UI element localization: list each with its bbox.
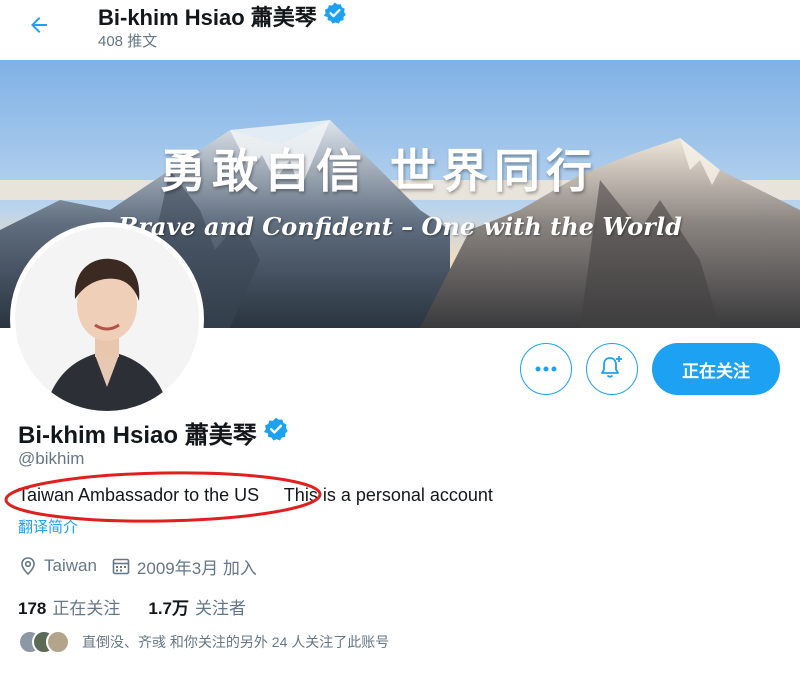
followers-you-know-text: 直倒没、齐彧 和你关注的另外 24 人关注了此账号	[82, 634, 390, 650]
profile-name-text: Bi-khim Hsiao 蕭美琴	[18, 422, 257, 449]
calendar-icon	[111, 556, 131, 576]
more-button[interactable]	[520, 343, 572, 395]
profile-avatar[interactable]	[10, 222, 204, 416]
banner-title-en: Brave and Confident – One with the World	[118, 212, 682, 241]
followers-label: 关注者	[195, 599, 247, 618]
translate-bio-link[interactable]: 翻译简介	[18, 516, 78, 537]
profile-handle: @bikhim	[18, 449, 85, 468]
bell-plus-icon	[599, 354, 625, 385]
notifications-button[interactable]	[586, 343, 638, 395]
location-item: Taiwan	[18, 556, 97, 576]
header-name-text: Bi-khim Hsiao 蕭美琴	[98, 5, 317, 30]
more-icon	[534, 360, 558, 378]
follower-avatar	[46, 630, 70, 654]
verified-badge-icon	[323, 1, 347, 31]
top-bar: Bi-khim Hsiao 蕭美琴 408 推文	[0, 0, 800, 60]
followers-stat[interactable]: 1.7万 关注者	[148, 594, 246, 619]
tweet-count: 408 推文	[98, 33, 158, 50]
header-display-name: Bi-khim Hsiao 蕭美琴	[98, 0, 347, 32]
location-icon	[18, 556, 38, 576]
profile-stats: 178 正在关注 1.7万 关注者	[18, 594, 246, 619]
followers-you-know[interactable]: 直倒没、齐彧 和你关注的另外 24 人关注了此账号	[18, 630, 389, 654]
joined-text: 2009年3月 加入	[136, 558, 257, 578]
back-arrow-icon[interactable]	[22, 8, 56, 42]
following-stat[interactable]: 178 正在关注	[18, 594, 120, 619]
following-label: 正在关注	[52, 599, 121, 618]
following-button[interactable]: 正在关注	[652, 343, 780, 395]
location-text: Taiwan	[44, 556, 97, 575]
profile-display-name: Bi-khim Hsiao 蕭美琴	[18, 415, 289, 450]
joined-item: 2009年3月 加入	[111, 554, 257, 579]
following-count: 178	[18, 599, 47, 618]
verified-badge-icon	[263, 416, 289, 449]
followers-count: 1.7万	[148, 599, 190, 618]
profile-meta: Taiwan 2009年3月 加入	[18, 554, 271, 578]
follower-avatars	[18, 630, 74, 654]
banner-title-zh: 勇敢自信 世界同行	[160, 144, 599, 198]
